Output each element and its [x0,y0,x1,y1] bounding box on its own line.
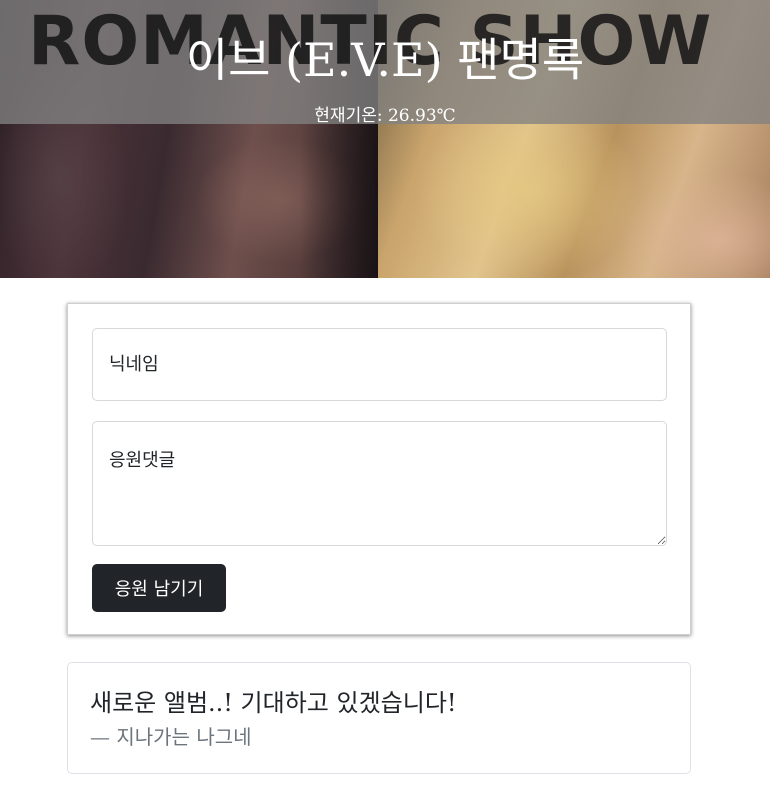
page-title: 이브 (E.V.E) 팬명록 [185,33,585,87]
comment-author: — 지나가는 나그네 [90,725,252,749]
guestbook-form: 응원 남기기 [67,303,691,635]
comment-text: 새로운 앨범..! 기대하고 있겠습니다! [90,689,457,717]
nickname-input[interactable] [92,328,667,401]
header-banner: ROMANTIC SHOW 이브 (E.V.E) 팬명록 현재기온: 26.93… [0,0,770,278]
submit-button[interactable]: 응원 남기기 [92,564,226,612]
comment-card: 새로운 앨범..! 기대하고 있겠습니다! — 지나가는 나그네 [67,662,691,774]
temperature-readout: 현재기온: 26.93℃ [314,106,456,126]
comment-textarea[interactable] [92,421,667,546]
